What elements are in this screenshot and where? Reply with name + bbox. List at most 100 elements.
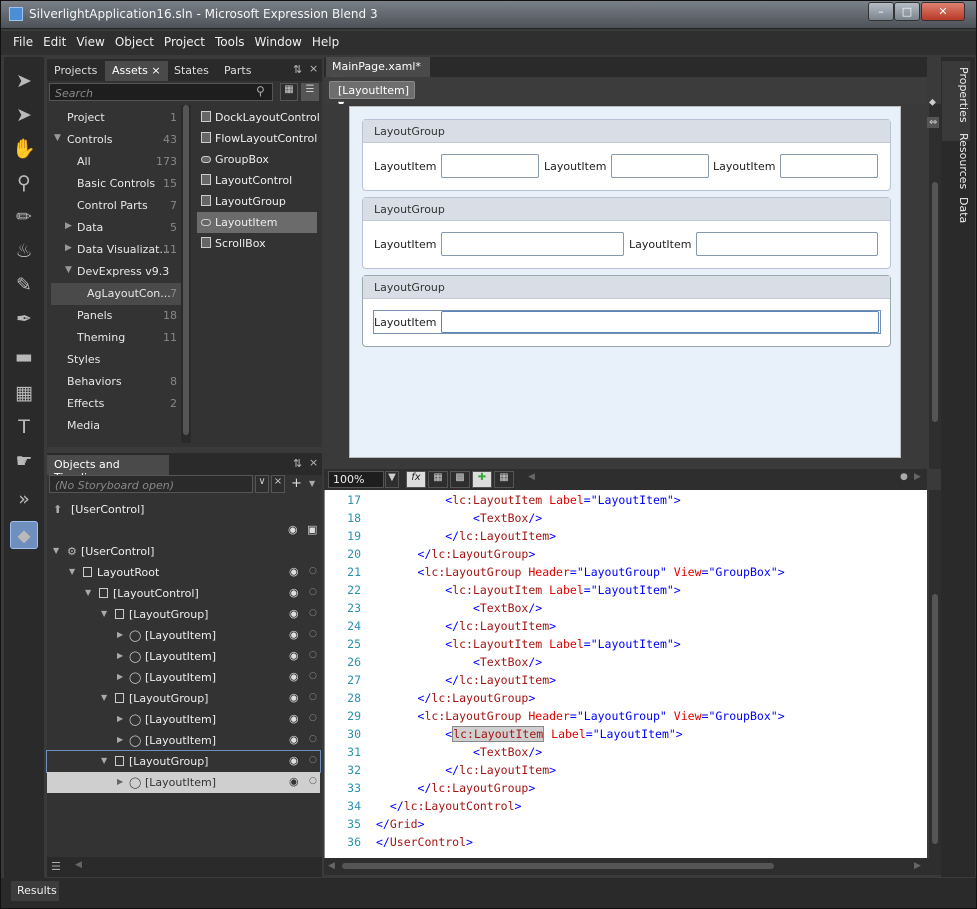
chevron-down-icon[interactable]: ▼	[65, 265, 72, 275]
category-data-visualization[interactable]: ▶ Data Visualizat... 11	[51, 239, 181, 261]
annotations-icon[interactable]: ▦	[494, 471, 514, 488]
rectangle-tool-icon[interactable]: ▬	[10, 343, 38, 371]
pan-tool-icon[interactable]: ✋	[10, 135, 38, 163]
lock-toggle-icon[interactable]: ○	[309, 629, 317, 639]
eyedropper-tool-icon[interactable]: ✏	[10, 203, 38, 231]
tab-mainpage[interactable]: MainPage.xaml* ×	[326, 57, 430, 86]
chevron-down-icon[interactable]: ▼	[385, 471, 399, 488]
pin-icon[interactable]: ⇅	[293, 63, 302, 76]
chevron-down-icon[interactable]: ▼	[69, 567, 75, 576]
maximize-button[interactable]: □	[894, 2, 920, 21]
chevron-down-icon[interactable]: ∨	[255, 475, 269, 493]
menu-object[interactable]: Object	[110, 31, 159, 49]
chevron-right-icon[interactable]: ▶	[117, 777, 123, 786]
category-behaviors[interactable]: Behaviors 8	[51, 371, 181, 393]
eye-icon[interactable]: ◉	[289, 691, 299, 704]
chevron-down-icon[interactable]: ▼	[85, 588, 91, 597]
chevron-right-icon[interactable]: ▶	[117, 651, 123, 660]
eye-icon[interactable]: ◉	[289, 712, 299, 725]
eye-icon[interactable]: ◉	[289, 754, 299, 767]
tree-item-layoutitem[interactable]: ▶ ◯ [LayoutItem] ◉ ○	[47, 730, 320, 751]
objects-panel-title[interactable]: Objects and Timeline	[47, 455, 169, 484]
list-view-icon[interactable]: ☰	[301, 83, 319, 101]
eye-icon[interactable]: ◉	[289, 670, 299, 683]
lock-toggle-icon[interactable]: ○	[309, 692, 317, 702]
tree-item-layoutgroup-2[interactable]: ▼ [LayoutGroup] ◉ ○	[47, 688, 320, 709]
menu-window[interactable]: Window	[250, 31, 307, 49]
storyboard-dropdown[interactable]: (No Storyboard open)	[49, 475, 253, 493]
asset-flowlayoutcontrol[interactable]: FlowLayoutControl	[197, 128, 317, 149]
storyboard-icon[interactable]: ☰	[51, 860, 61, 873]
menu-edit[interactable]: Edit	[38, 31, 71, 49]
layout-item-textbox[interactable]	[441, 311, 879, 333]
menu-tools[interactable]: Tools	[210, 31, 250, 49]
tab-parts[interactable]: Parts	[217, 61, 258, 81]
chevron-down-icon[interactable]: ▼	[101, 609, 107, 618]
assets-search-input[interactable]: Search	[49, 83, 273, 101]
code-horizontal-scrollbar[interactable]: ◀ ▶	[324, 858, 941, 875]
zoom-tool-icon[interactable]: ⚲	[10, 169, 38, 197]
layout-item-textbox[interactable]	[441, 232, 624, 256]
tab-projects[interactable]: Projects	[47, 61, 104, 81]
minimize-button[interactable]: –	[868, 2, 894, 21]
category-all[interactable]: All 173	[51, 151, 181, 173]
chevron-right-icon[interactable]: ▶	[65, 221, 72, 231]
eye-icon[interactable]: ◉	[289, 649, 299, 662]
lock-toggle-icon[interactable]: ○	[309, 713, 317, 723]
design-vertical-scrollbar[interactable]	[929, 104, 941, 469]
asset-docklayoutcontrol[interactable]: DockLayoutControl	[197, 107, 320, 128]
tree-item-usercontrol[interactable]: ▼ ⚙ [UserControl]	[47, 541, 320, 562]
menu-project[interactable]: Project	[159, 31, 210, 49]
lock-icon[interactable]: ▣	[307, 523, 317, 536]
lock-toggle-icon[interactable]: ○	[309, 755, 317, 765]
add-storyboard-icon[interactable]: +	[291, 476, 302, 491]
layout-item-textbox[interactable]	[611, 154, 709, 178]
close-storyboard-icon[interactable]: ×	[271, 475, 285, 493]
chevron-right-icon[interactable]: ▶	[117, 630, 123, 639]
lock-toggle-icon[interactable]: ○	[309, 608, 317, 618]
fx-effects-icon[interactable]: fx	[406, 471, 426, 488]
artboard[interactable]: LayoutGroup LayoutItem LayoutItem Layout…	[349, 106, 901, 458]
scroll-thumb[interactable]	[342, 863, 774, 869]
menu-arrow-icon[interactable]: ▼	[309, 479, 315, 488]
chevron-right-icon[interactable]: ▶	[117, 672, 123, 681]
asset-layoutcontrol[interactable]: LayoutControl	[197, 170, 317, 191]
recent-asset-icon[interactable]: ⬥	[10, 521, 38, 549]
asset-layoutitem[interactable]: LayoutItem	[197, 212, 317, 233]
tree-item-layoutgroup-3[interactable]: ▼ [LayoutGroup] ◉ ○	[46, 750, 321, 773]
tree-item-layoutroot[interactable]: ▼ LayoutRoot ◉ ○	[47, 562, 320, 583]
category-styles[interactable]: Styles	[51, 349, 181, 371]
tree-item-layoutitem[interactable]: ▶ ◯ [LayoutItem] ◉ ○	[47, 709, 320, 730]
asset-layoutgroup[interactable]: LayoutGroup	[197, 191, 317, 212]
chevron-right-icon[interactable]: ▶	[117, 735, 123, 744]
close-icon[interactable]: ×	[309, 456, 318, 469]
scroll-right-icon[interactable]: ▶	[914, 861, 921, 871]
eye-icon[interactable]: ◉	[288, 523, 298, 536]
grid-icon[interactable]: ▦	[428, 471, 448, 488]
category-data[interactable]: ▶ Data 5	[51, 217, 181, 239]
view-toggle-icon[interactable]: ⬥	[929, 97, 936, 108]
scroll-left-icon[interactable]: ◀	[75, 860, 82, 870]
tree-item-layoutitem[interactable]: ▶ ◯ [LayoutItem] ◉ ○	[47, 625, 320, 646]
category-basic-controls[interactable]: Basic Controls 15	[51, 173, 181, 195]
textblock-tool-icon[interactable]: T	[10, 413, 38, 441]
lock-toggle-icon[interactable]: ○	[309, 776, 317, 786]
close-button[interactable]: ✕	[921, 2, 965, 21]
chevron-right-icon[interactable]: ▶	[117, 714, 123, 723]
eye-icon[interactable]: ◉	[289, 733, 299, 746]
category-effects[interactable]: Effects 2	[51, 393, 181, 415]
scroll-thumb[interactable]	[932, 182, 938, 422]
tab-states[interactable]: States	[167, 61, 216, 81]
tab-assets[interactable]: Assets ×	[105, 61, 168, 81]
layout-group-3[interactable]: LayoutGroup LayoutItem	[362, 275, 891, 347]
paint-bucket-tool-icon[interactable]: ♨	[10, 237, 38, 265]
code-vertical-scrollbar[interactable]	[929, 490, 941, 858]
direct-selection-tool-icon[interactable]: ➤	[10, 101, 38, 129]
scope-up-icon[interactable]: ⬆	[53, 503, 62, 516]
snap-lines-icon[interactable]: ✚	[472, 471, 492, 488]
selection-tool-icon[interactable]: ➤	[10, 67, 38, 95]
chevron-right-icon[interactable]: ▶	[65, 243, 72, 253]
tree-item-layoutitem-selected[interactable]: ▶ ◯ [LayoutItem] ◉ ○	[47, 772, 320, 793]
layout-item-textbox[interactable]	[441, 154, 539, 178]
snap-grid-icon[interactable]: ▩	[450, 471, 470, 488]
